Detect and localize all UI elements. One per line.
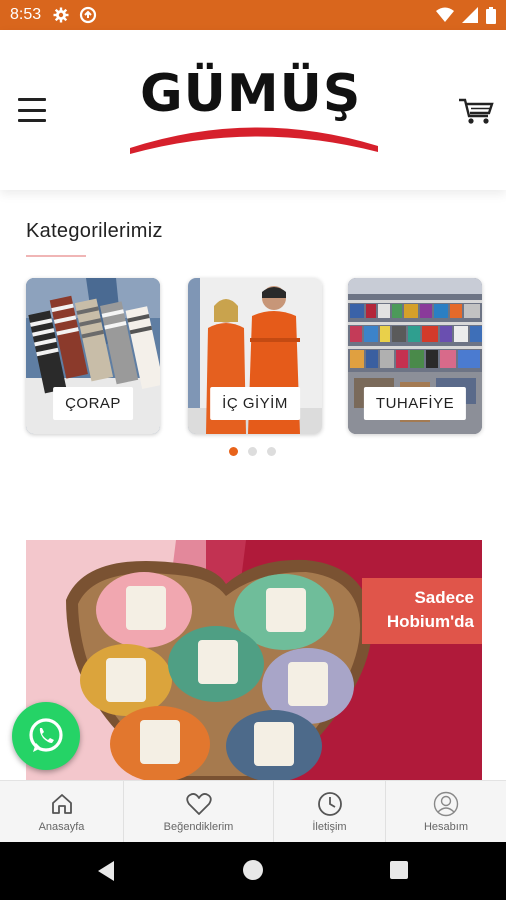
nav-item-account[interactable]: Hesabım [386, 781, 506, 843]
carousel-pagination [229, 447, 276, 456]
category-card-ic-giyim[interactable]: İÇ GİYİM [188, 278, 322, 434]
heart-icon [185, 793, 212, 815]
pagination-dot-1[interactable] [229, 447, 238, 456]
system-navigation-bar [0, 842, 506, 900]
cart-icon[interactable] [458, 94, 494, 126]
nav-item-contact[interactable]: İletişim [274, 781, 386, 843]
title-underline [26, 255, 86, 257]
pagination-dot-3[interactable] [267, 447, 276, 456]
nav-label: Hesabım [423, 821, 469, 833]
badge-line-1: Sadece [414, 588, 474, 607]
category-card-corap[interactable]: ÇORAP [26, 278, 160, 434]
bottom-navigation: Anasayfa Beğendiklerim İletişim Hesabım [0, 780, 506, 843]
categories-title: Kategorilerimiz [26, 220, 163, 242]
status-time: 8:53 [10, 6, 42, 23]
home-button[interactable] [243, 860, 263, 880]
whatsapp-button[interactable] [12, 702, 80, 770]
nav-label: Anasayfa [38, 821, 85, 833]
logo-swoosh [130, 127, 378, 154]
category-label: ÇORAP [53, 387, 133, 420]
hamburger-icon-bar [18, 119, 46, 122]
app-screen: 8:53 GÜMÜŞ Kategorilerimiz ÇORAP İÇ GİYİ… [0, 0, 506, 900]
status-bar: 8:53 [0, 0, 506, 30]
brand-logo[interactable]: GÜMÜŞ [128, 60, 380, 165]
signal-icon [462, 7, 478, 23]
nav-label: İletişim [312, 821, 347, 833]
logo-text: GÜMÜŞ [140, 64, 362, 124]
nav-item-favorites[interactable]: Beğendiklerim [124, 781, 274, 843]
recents-button[interactable] [390, 861, 408, 879]
hamburger-icon-bar [18, 108, 46, 112]
app-header: GÜMÜŞ [0, 30, 506, 190]
nav-item-home[interactable]: Anasayfa [0, 781, 124, 843]
category-card-tuhafiye[interactable]: TUHAFİYE [348, 278, 482, 434]
gear-icon [53, 7, 69, 23]
back-icon[interactable] [96, 860, 116, 882]
category-label: İÇ GİYİM [210, 387, 300, 420]
whatsapp-icon [29, 718, 63, 752]
banner-badge: Sadece Hobium'da [362, 578, 482, 644]
nav-label: Beğendiklerim [163, 821, 234, 833]
data-saver-icon [80, 6, 97, 24]
menu-button[interactable] [18, 98, 46, 122]
category-label: TUHAFİYE [363, 387, 467, 420]
battery-icon [486, 6, 496, 24]
badge-line-2: Hobium'da [386, 612, 474, 631]
yarn-basket-image [26, 540, 482, 780]
home-icon [51, 794, 72, 814]
promo-banner[interactable]: Sadece Hobium'da [26, 540, 482, 780]
category-carousel[interactable]: ÇORAP İÇ GİYİM TUHAFİYE [26, 278, 486, 434]
user-icon [433, 791, 459, 817]
pagination-dot-2[interactable] [248, 447, 257, 456]
wifi-icon [436, 7, 454, 22]
hamburger-icon-bar [18, 98, 46, 101]
clock-icon [317, 792, 342, 816]
